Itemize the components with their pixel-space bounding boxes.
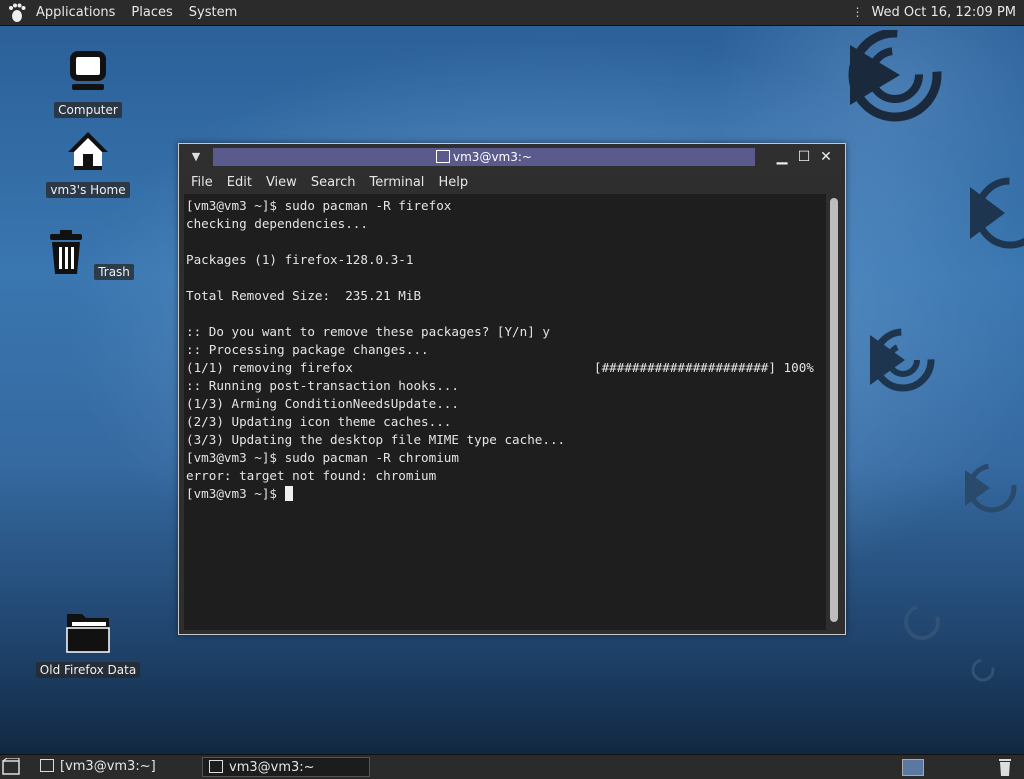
terminal-line: (3/3) Updating the desktop file MIME typ… <box>186 432 566 447</box>
terminal-line: :: Do you want to remove these packages?… <box>186 324 550 339</box>
menu-file[interactable]: File <box>179 175 221 190</box>
terminal-line: error: target not found: chromium <box>186 468 437 483</box>
swirl-decoration-icon <box>870 328 935 392</box>
terminal-line: (1/3) Arming ConditionNeedsUpdate... <box>186 396 459 411</box>
terminal-scrollbar[interactable] <box>829 198 839 626</box>
places-menu[interactable]: Places <box>123 0 180 25</box>
system-menu[interactable]: System <box>181 0 245 25</box>
top-menu: Applications Places System <box>0 0 245 25</box>
window-title-text: vm3@vm3:~ <box>453 150 532 164</box>
workspace-switcher[interactable] <box>902 759 924 776</box>
scrollbar-thumb[interactable] <box>830 198 838 622</box>
terminal-prompt-line[interactable]: [vm3@vm3 ~]$ <box>186 485 826 503</box>
window-menu-chevron-down-icon[interactable]: ▼ <box>187 148 205 166</box>
trash-icon <box>50 230 83 274</box>
swirl-decoration-icon <box>904 604 940 640</box>
window-titlebar[interactable]: ▼ vm3@vm3:~ ▁ ☐ ✕ <box>179 144 845 170</box>
terminal-line-progress: (1/1) removing firefox [#################… <box>186 359 826 377</box>
menu-search[interactable]: Search <box>305 175 364 190</box>
desktop-icon-old-firefox-data[interactable]: Old Firefox Data <box>33 608 143 678</box>
terminal-window[interactable]: ▼ vm3@vm3:~ ▁ ☐ ✕ File Edit View Search … <box>178 143 846 635</box>
menu-view[interactable]: View <box>260 175 305 190</box>
taskbar-item-terminal-active[interactable]: vm3@vm3:~ <box>202 757 370 777</box>
close-button[interactable]: ✕ <box>815 147 837 167</box>
taskbar-item-label: vm3@vm3:~ <box>229 760 315 775</box>
terminal-line: Packages (1) firefox-128.0.3-1 <box>186 252 414 267</box>
computer-icon <box>70 51 106 90</box>
trash-applet-icon[interactable] <box>996 757 1014 777</box>
desktop-icon-label: Trash <box>94 264 134 280</box>
terminal-line: (2/3) Updating icon theme caches... <box>186 414 452 429</box>
swirl-decoration-icon <box>965 463 1017 513</box>
window-controls: ▁ ☐ ✕ <box>771 147 837 167</box>
gnome-foot-icon[interactable] <box>6 2 28 24</box>
desktop-icon-home[interactable]: vm3's Home <box>33 128 143 198</box>
desktop-icon-computer[interactable]: Computer <box>33 48 143 118</box>
desktop-icon-label: vm3's Home <box>46 182 130 198</box>
swirl-decoration-icon <box>848 30 942 122</box>
desktop-icon-label: Computer <box>54 102 122 118</box>
terminal-prompt: [vm3@vm3 ~]$ <box>186 486 285 501</box>
applications-menu[interactable]: Applications <box>28 0 123 25</box>
menu-terminal[interactable]: Terminal <box>363 175 432 190</box>
swirl-decoration-icon <box>970 177 1024 249</box>
terminal-lines: [vm3@vm3 ~]$ sudo pacman -R firefox chec… <box>186 197 826 503</box>
terminal-line-text: (1/1) removing firefox <box>186 360 353 375</box>
taskbar-item-label: [vm3@vm3:~] <box>60 759 156 774</box>
top-panel: Applications Places System ⋮ Wed Oct 16,… <box>0 0 1024 26</box>
progress-text: [######################] 100% <box>594 360 814 375</box>
terminal-line: :: Running post-transaction hooks... <box>186 378 459 393</box>
maximize-button[interactable]: ☐ <box>793 147 815 167</box>
show-desktop-icon[interactable] <box>2 758 20 775</box>
desktop-icon-trash[interactable]: Trash <box>33 228 143 280</box>
terminal-line: [vm3@vm3 ~]$ sudo pacman -R chromium <box>186 450 459 465</box>
window-title[interactable]: vm3@vm3:~ <box>213 148 755 166</box>
clock[interactable]: ⋮ Wed Oct 16, 12:09 PM <box>851 0 1016 25</box>
terminal-icon <box>209 760 223 773</box>
menu-help[interactable]: Help <box>432 175 476 190</box>
terminal-icon <box>40 759 54 772</box>
text-cursor <box>284 486 293 501</box>
terminal-icon <box>436 150 451 163</box>
minimize-button[interactable]: ▁ <box>771 147 793 167</box>
terminal-output[interactable]: [vm3@vm3 ~]$ sudo pacman -R firefox chec… <box>184 194 826 630</box>
terminal-line: checking dependencies... <box>186 216 368 231</box>
home-icon <box>68 132 108 170</box>
clock-text: Wed Oct 16, 12:09 PM <box>871 5 1016 20</box>
terminal-line: :: Processing package changes... <box>186 342 429 357</box>
terminal-line: [vm3@vm3 ~]$ sudo pacman -R firefox <box>186 198 452 213</box>
menu-edit[interactable]: Edit <box>221 175 260 190</box>
bottom-panel: [vm3@vm3:~] vm3@vm3:~ <box>0 754 1024 779</box>
terminal-menubar: File Edit View Search Terminal Help <box>179 170 845 194</box>
taskbar-item-terminal-minimized[interactable]: [vm3@vm3:~] <box>34 757 194 777</box>
terminal-line: Total Removed Size: 235.21 MiB <box>186 288 422 303</box>
panel-handle-icon: ⋮ <box>851 5 864 19</box>
swirl-decoration-icon <box>971 658 995 682</box>
desktop-icon-label: Old Firefox Data <box>35 662 141 678</box>
folder-icon <box>66 614 110 653</box>
